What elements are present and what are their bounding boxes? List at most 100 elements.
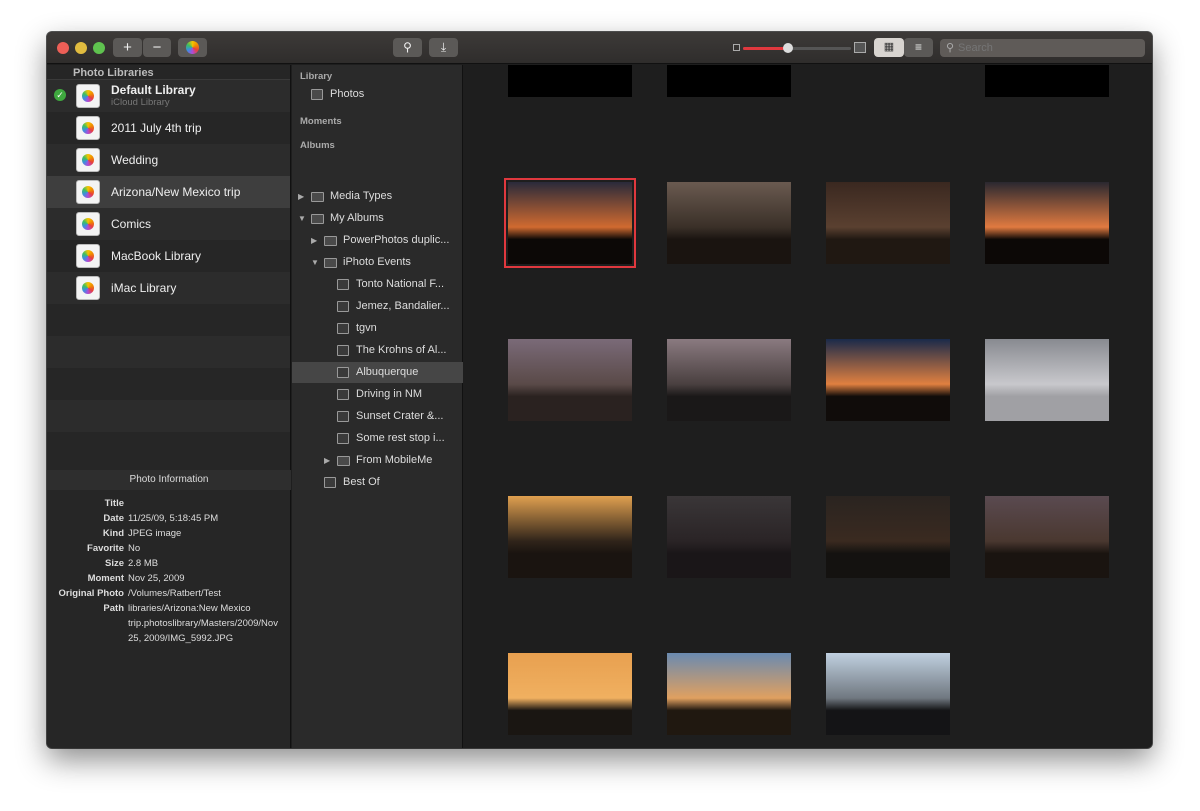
import-button[interactable]: ⤓ [429,38,458,57]
tree-item[interactable]: Albuquerque [292,362,463,383]
tree-item[interactable]: ▶ From MobileMe [292,450,463,471]
empty-row [47,400,290,432]
photos-icon [186,41,199,54]
libraries-header: Photo Libraries [47,65,290,80]
library-item[interactable]: MacBook Library [47,240,290,272]
library-item[interactable]: Arizona/New Mexico trip [47,176,290,208]
album-icon [324,477,336,488]
album-icon [337,411,349,422]
disclosure-collapsed-icon[interactable]: ▶ [324,450,330,471]
photos-icon [311,89,323,100]
photo-thumbnail[interactable] [826,339,950,421]
info-row: Size 2.8 MB [104,558,159,569]
disclosure-expanded-icon[interactable]: ▼ [311,252,319,273]
checkmark-icon: ✓ [54,89,66,101]
list-icon: ≡ [914,40,922,54]
album-tree: Library Photos Moments Albums ▶ Media Typ… [292,65,463,748]
disclosure-collapsed-icon[interactable]: ▶ [311,230,317,251]
photo-library-icon [76,116,100,140]
photo-library-icon [76,148,100,172]
album-icon [337,367,349,378]
moments-section-label[interactable]: Moments [300,116,342,127]
thumbnail-size-slider[interactable] [743,43,851,53]
library-item[interactable]: iMac Library [47,272,290,304]
album-icon [337,345,349,356]
folder-icon [311,214,324,224]
photo-thumbnail[interactable] [504,178,636,268]
list-view-button[interactable]: ≡ [904,38,933,57]
albums-section-label: Albums [300,140,335,151]
photo-thumbnail[interactable] [508,496,632,578]
photo-thumbnail[interactable] [985,65,1109,97]
grid-view-button[interactable]: ▦ [874,38,904,57]
photo-library-icon [76,276,100,300]
libraries-sidebar: Photo Libraries ✓ Default Library iCloud L… [47,65,291,748]
photo-thumbnail[interactable] [985,496,1109,578]
photo-library-icon [76,84,100,108]
photo-thumbnail[interactable] [667,65,791,97]
photo-thumbnail[interactable] [508,339,632,421]
empty-row [47,368,290,400]
tree-item[interactable]: ▼ My Albums [292,208,463,229]
tree-item[interactable]: Jemez, Bandalier... [292,296,463,317]
library-section-label: Library [300,71,333,82]
search-icon: ⚲ [946,42,955,54]
info-row: Favorite No [87,543,141,554]
disclosure-expanded-icon[interactable]: ▼ [298,208,306,229]
tree-item[interactable]: Sunset Crater &... [292,406,463,427]
find-duplicates-button[interactable]: ⚲ [393,38,422,57]
photo-thumbnail[interactable] [826,653,950,735]
tree-item-photos[interactable]: Photos [292,84,463,105]
album-icon [337,389,349,400]
photo-thumbnail[interactable] [508,65,632,97]
tree-item[interactable]: ▶ Media Types [292,186,463,207]
album-icon [337,279,349,290]
info-row: Moment Nov 25, 2009 [87,573,185,584]
empty-row [47,304,290,336]
photo-thumbnail[interactable] [508,653,632,735]
album-icon [337,301,349,312]
add-library-button[interactable]: + [113,38,142,57]
small-thumbnail-icon [733,44,740,51]
photo-thumbnail[interactable] [985,339,1109,421]
tree-item[interactable]: tgvn [292,318,463,339]
disclosure-collapsed-icon[interactable]: ▶ [298,186,304,207]
grid-icon: ▦ [883,41,895,53]
photo-thumbnail[interactable] [667,653,791,735]
tree-item[interactable]: Tonto National F... [292,274,463,295]
library-item[interactable]: 2011 July 4th trip [47,112,290,144]
photo-library-icon [76,244,100,268]
info-row: Original Photo Path/Volumes/Ratbert/Test… [58,588,278,644]
folder-icon [311,192,324,202]
tree-item[interactable]: Best Of [292,472,463,493]
remove-library-button[interactable]: − [143,38,171,57]
photo-thumbnail[interactable] [826,496,950,578]
close-button[interactable] [57,42,69,54]
zoom-button[interactable] [93,42,105,54]
photo-thumbnail[interactable] [667,182,791,264]
album-icon [337,323,349,334]
photos-app-button[interactable] [178,38,207,57]
photo-thumbnail[interactable] [826,182,950,264]
tree-item[interactable]: The Krohns of Al... [292,340,463,361]
tree-item[interactable]: ▶ PowerPhotos duplic... [292,230,463,251]
tree-item[interactable]: ▼ iPhoto Events [292,252,463,273]
album-icon [337,433,349,444]
library-item[interactable]: ✓ Default Library iCloud Library [47,80,290,112]
info-row: Date 11/25/09, 5:18:45 PM [103,513,219,524]
library-item[interactable]: Comics [47,208,290,240]
photo-thumbnail[interactable] [985,182,1109,264]
photo-thumbnail[interactable] [667,496,791,578]
library-item[interactable]: Wedding [47,144,290,176]
minimize-button[interactable] [75,42,87,54]
app-window: + − ⚲ ⤓ ▦ ≡ ⚲ Photo Libraries ✓Default L… [47,32,1152,748]
photo-library-icon [76,212,100,236]
photo-thumbnail[interactable] [667,339,791,421]
download-arrow-icon: ⤓ [440,40,447,54]
search-input[interactable] [958,40,1138,56]
magnifier-icon: ⚲ [403,40,412,54]
tree-item[interactable]: Driving in NM [292,384,463,405]
search-field[interactable]: ⚲ [940,39,1145,57]
tree-item[interactable]: Some rest stop i... [292,428,463,449]
slider-knob[interactable] [783,43,794,53]
